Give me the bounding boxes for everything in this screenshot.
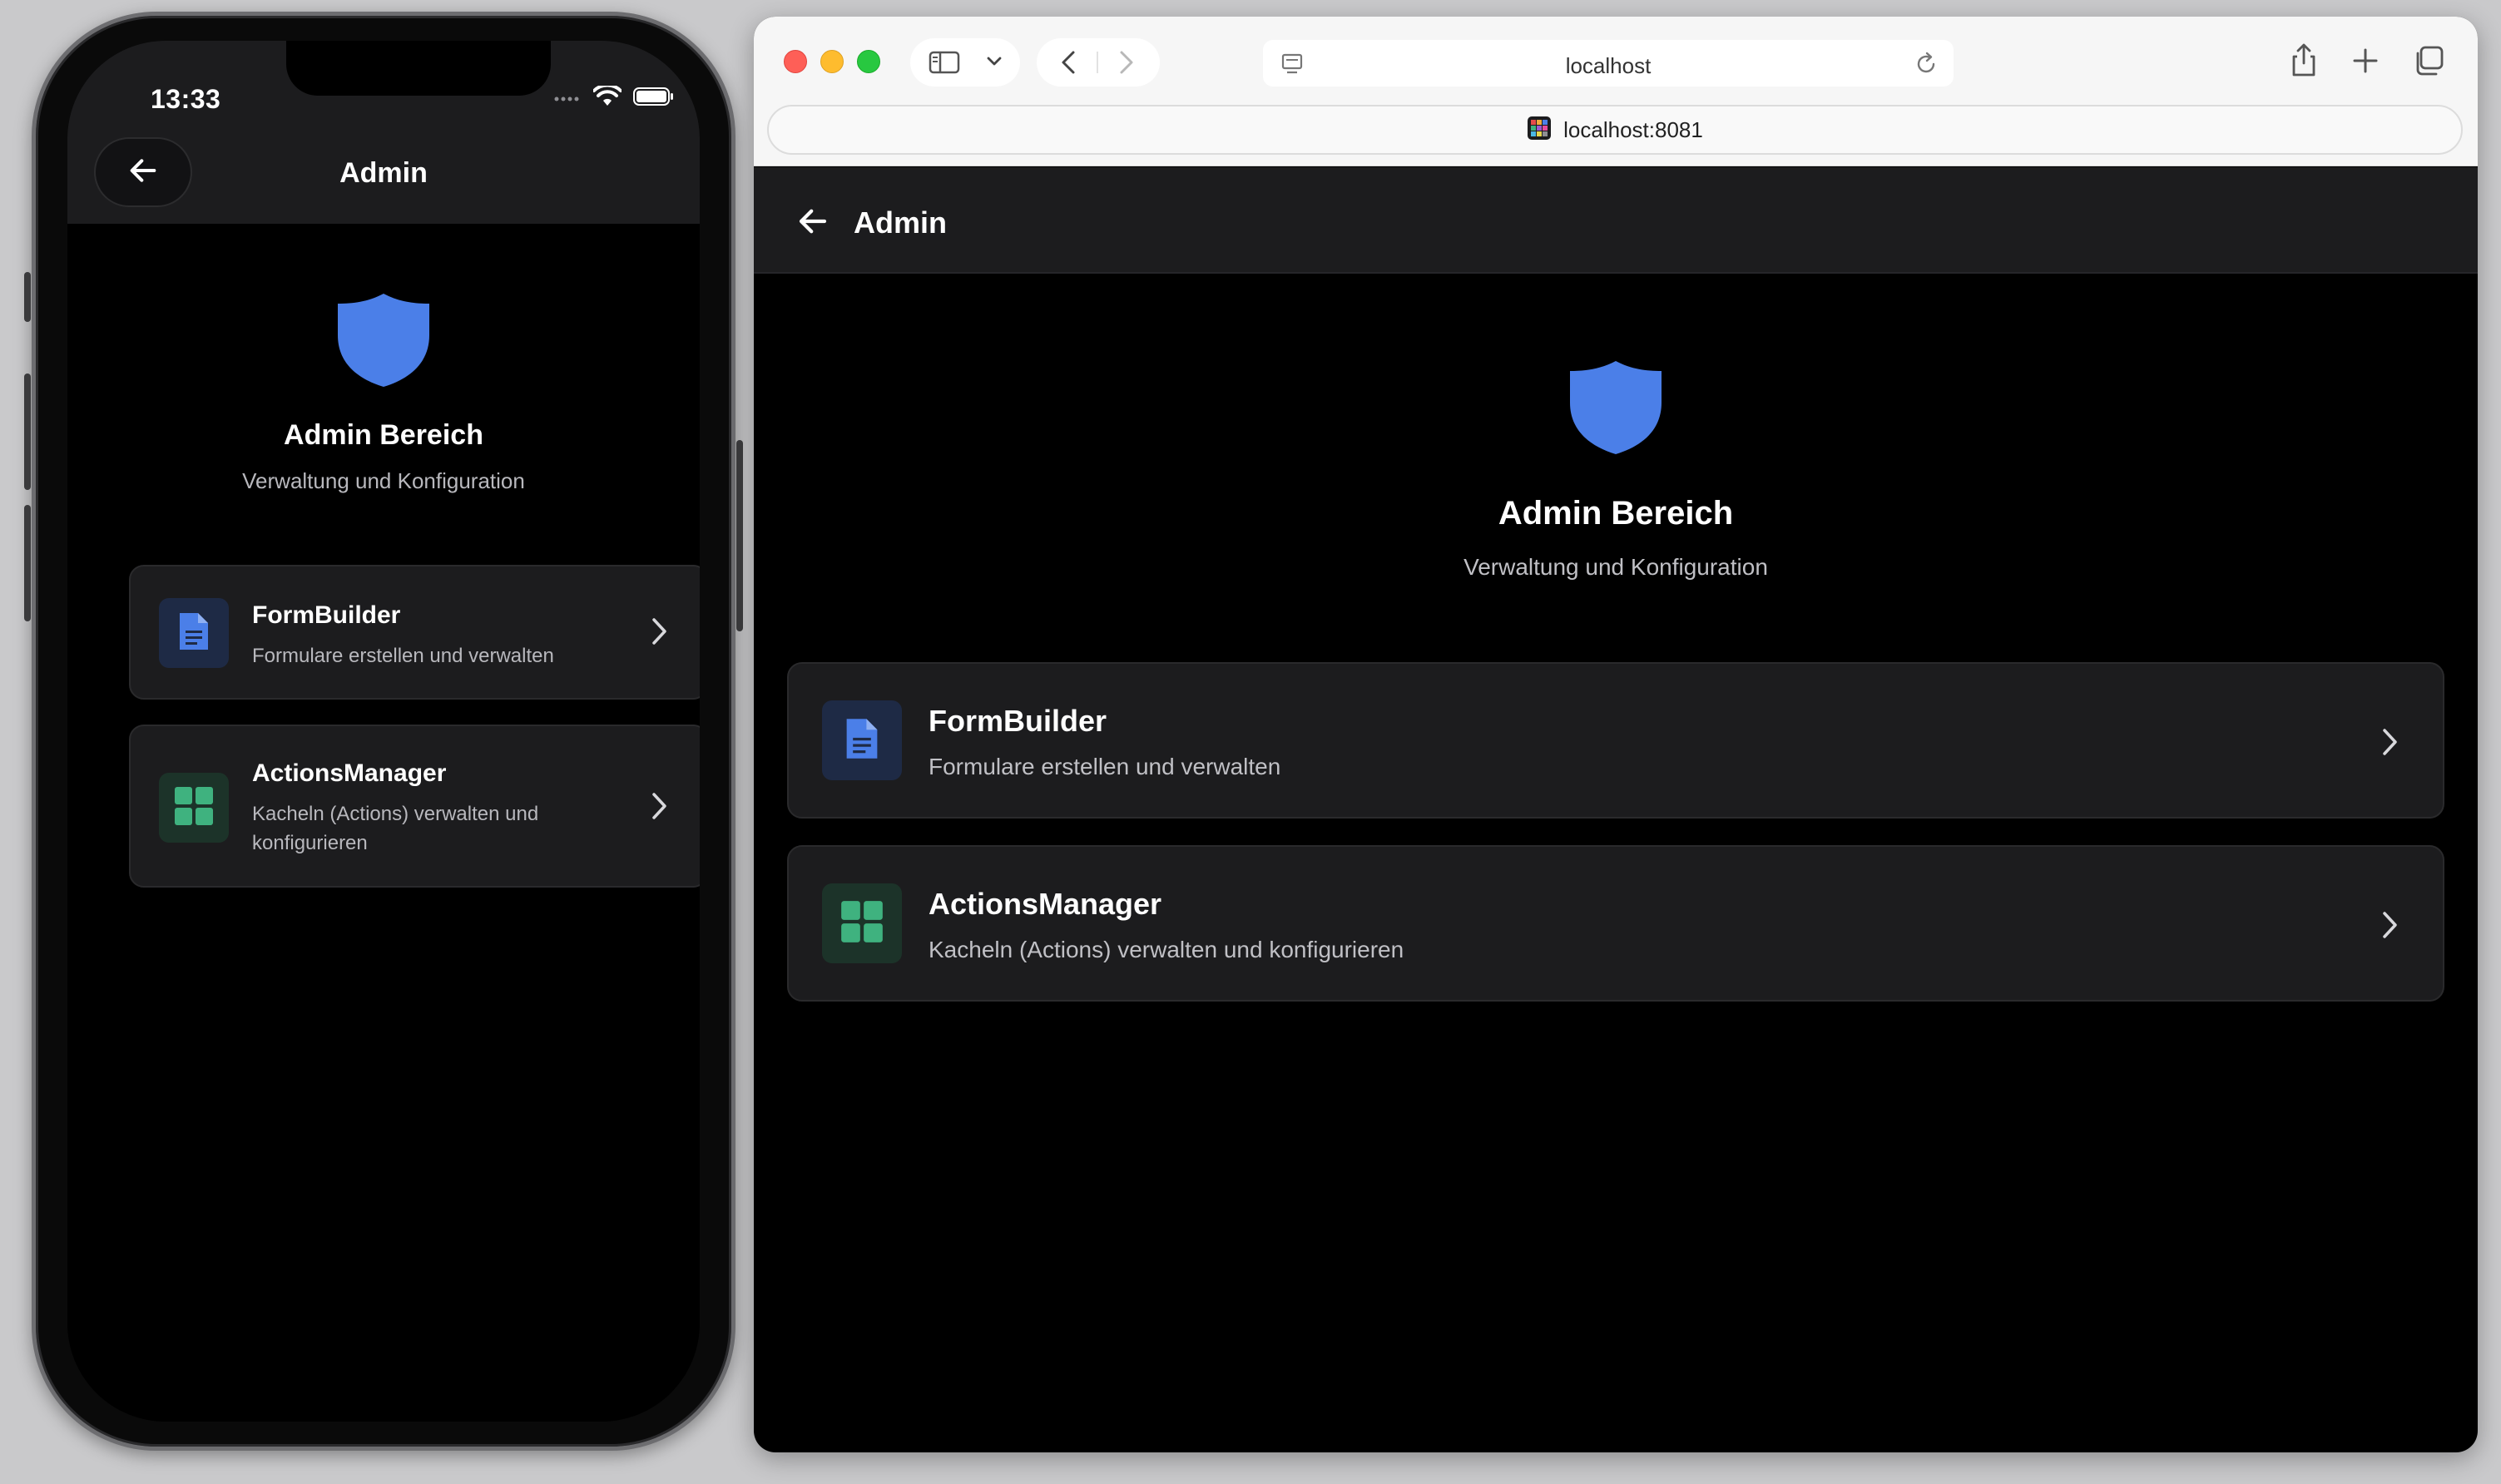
chevron-right-icon — [646, 613, 671, 654]
page-title: Admin — [854, 205, 947, 240]
status-time: 13:33 — [151, 84, 221, 114]
sidebar-toggle-group — [910, 38, 1020, 87]
address-text: localhost:8081 — [1563, 116, 1703, 142]
document-icon-tile — [822, 700, 902, 780]
phone-notch — [286, 41, 551, 96]
battery-icon — [633, 87, 675, 111]
card-description: Kacheln (Actions) verwalten und konfigur… — [929, 937, 1404, 962]
site-favicon-icon — [1527, 116, 1552, 145]
close-window-button[interactable] — [784, 50, 807, 73]
nav-divider — [1097, 52, 1098, 73]
phone-power-button — [736, 440, 743, 631]
new-tab-icon[interactable] — [2351, 47, 2380, 79]
card-title: ActionsManager — [252, 759, 447, 787]
phone-simulator: 13:33 Admin Admin Bereich Verwaltung und… — [24, 12, 743, 1451]
grid-icon — [173, 785, 215, 831]
chevron-right-icon — [646, 788, 671, 829]
card-description: Formulare erstellen und verwalten — [929, 754, 1281, 779]
grid-icon-tile — [159, 773, 229, 843]
chevron-down-icon[interactable] — [985, 55, 1003, 72]
address-bar[interactable]: localhost:8081 — [767, 105, 2463, 155]
wifi-icon — [592, 83, 622, 111]
phone-volume-up — [24, 373, 31, 490]
tab-host-field[interactable]: localhost — [1263, 40, 1954, 87]
actionsmanager-card[interactable]: ActionsManager Kacheln (Actions) verwalt… — [129, 725, 700, 888]
web-app-header: Admin — [754, 167, 2478, 274]
back-button[interactable] — [795, 204, 830, 243]
hero-title: Admin Bereich — [284, 419, 483, 451]
minimize-window-button[interactable] — [820, 50, 844, 73]
hero-title: Admin Bereich — [1498, 495, 1734, 532]
share-icon[interactable] — [2290, 42, 2318, 82]
document-icon-tile — [159, 598, 229, 668]
formbuilder-card[interactable]: FormBuilder Formulare erstellen und verw… — [129, 565, 700, 700]
zoom-window-button[interactable] — [857, 50, 880, 73]
browser-window: localhost localhost:8081 Admin Admin Ber… — [754, 17, 2478, 1452]
hero-subtitle: Verwaltung und Konfiguration — [242, 468, 525, 493]
card-title: FormBuilder — [252, 601, 401, 629]
formbuilder-card[interactable]: FormBuilder Formulare erstellen und verw… — [787, 662, 2444, 819]
card-title: FormBuilder — [929, 704, 1107, 738]
phone-screen: 13:33 Admin Admin Bereich Verwaltung und… — [67, 41, 700, 1422]
phone-silent-switch — [24, 272, 31, 322]
phone-app-header: 13:33 Admin — [67, 41, 700, 224]
forward-nav-button[interactable] — [1113, 48, 1138, 81]
actionsmanager-card[interactable]: ActionsManager Kacheln (Actions) verwalt… — [787, 845, 2444, 1002]
back-nav-button[interactable] — [1057, 48, 1082, 81]
phone-volume-down — [24, 505, 31, 621]
document-icon — [844, 716, 880, 765]
card-description: Formulare erstellen und verwalten — [252, 645, 554, 667]
cellular-signal-icon — [553, 92, 582, 106]
card-description: Kacheln (Actions) verwalten und konfigur… — [252, 803, 539, 854]
browser-toolbar: localhost localhost:8081 — [754, 17, 2478, 166]
chevron-right-icon — [2376, 724, 2403, 764]
chevron-right-icon — [2376, 907, 2403, 947]
reload-icon[interactable] — [1914, 52, 1939, 81]
tab-overview-icon[interactable] — [2413, 45, 2444, 81]
navigation-group — [1037, 38, 1160, 87]
card-title: ActionsManager — [929, 887, 1162, 921]
grid-icon — [839, 899, 884, 948]
shield-icon — [334, 294, 433, 393]
document-icon — [177, 611, 210, 656]
admin-hero: Admin Bereich Verwaltung und Konfigurati… — [754, 358, 2478, 581]
page-title: Admin — [339, 157, 428, 189]
tab-host-text: localhost — [1565, 53, 1652, 78]
sidebar-icon[interactable] — [929, 51, 960, 78]
shield-icon — [1567, 361, 1665, 461]
admin-hero: Admin Bereich Verwaltung und Konfigurati… — [67, 290, 700, 494]
status-icons — [553, 83, 675, 111]
hero-subtitle: Verwaltung und Konfiguration — [1463, 554, 1768, 580]
grid-icon-tile — [822, 883, 902, 963]
